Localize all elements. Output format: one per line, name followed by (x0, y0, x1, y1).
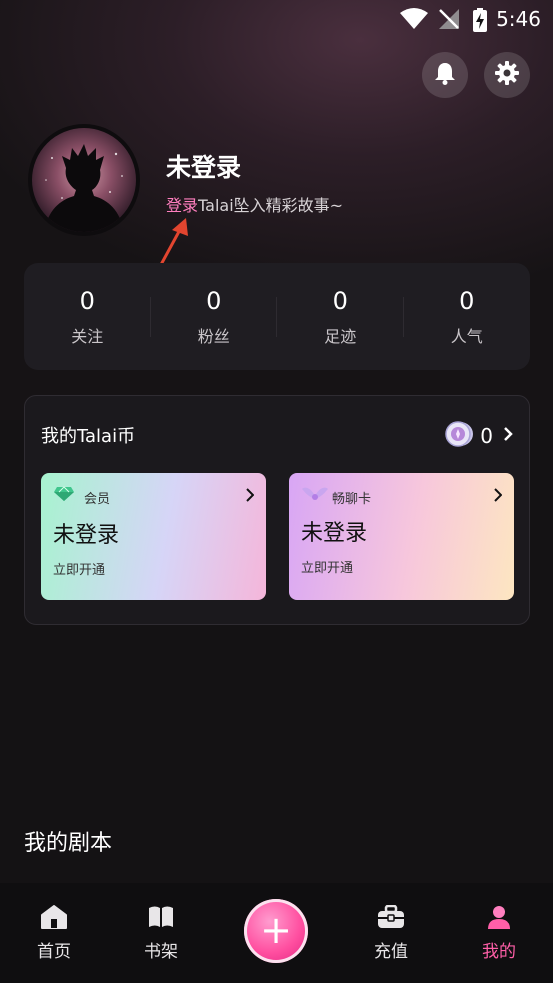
status-bar: 5:46 (0, 0, 553, 36)
nav-home[interactable]: 首页 (14, 905, 94, 962)
chat-card-label: 畅聊卡 (332, 492, 372, 507)
nav-label: 首页 (37, 942, 71, 962)
vip-cta: 立即开通 (53, 563, 106, 578)
avatar[interactable] (28, 124, 140, 236)
stats-card: 0 关注 0 粉丝 0 足迹 0 人气 (24, 263, 530, 370)
nav-bookshelf[interactable]: 书架 (121, 905, 201, 962)
coin-count: 0 (480, 424, 493, 448)
vip-card[interactable]: 会员 未登录 立即开通 (41, 473, 266, 600)
bottom-nav: 首页 书架 + 充值 我的 (0, 883, 553, 983)
stat-label: 足迹 (324, 327, 357, 346)
coin-title: 我的Talai币 (41, 426, 136, 447)
chat-card-cta: 立即开通 (301, 561, 354, 576)
stat-following[interactable]: 0 关注 (24, 263, 151, 370)
person-icon (487, 906, 511, 933)
battery-charging-icon (472, 8, 488, 36)
bell-icon (434, 61, 456, 89)
plus-icon: + (260, 907, 292, 952)
gear-icon (495, 61, 519, 89)
stat-value: 0 (206, 287, 222, 315)
nav-mine[interactable]: 我的 (459, 905, 539, 962)
coin-icon (444, 420, 474, 452)
settings-button[interactable] (484, 52, 530, 98)
stat-value: 0 (79, 287, 95, 315)
stat-fans[interactable]: 0 粉丝 (151, 263, 277, 370)
stat-value: 0 (459, 287, 475, 315)
stat-label: 人气 (450, 327, 483, 346)
chat-card[interactable]: 畅聊卡 未登录 立即开通 (289, 473, 514, 600)
diamond-icon (53, 486, 75, 506)
chevron-right-icon (494, 487, 503, 506)
stat-label: 粉丝 (197, 327, 230, 346)
vip-label: 会员 (84, 492, 111, 507)
no-signal-icon (438, 8, 460, 34)
home-icon (41, 905, 67, 933)
chevron-right-icon (246, 487, 255, 506)
nav-label: 充值 (374, 942, 408, 962)
nav-recharge[interactable]: 充值 (351, 904, 431, 962)
username: 未登录 (166, 153, 242, 182)
login-prompt-text: Talai坠入精彩故事~ (198, 196, 344, 215)
stat-label: 关注 (71, 327, 104, 346)
book-icon (148, 906, 174, 933)
login-prompt[interactable]: 登录Talai坠入精彩故事~ (166, 192, 343, 216)
stat-value: 0 (332, 287, 348, 315)
avatar-image (32, 128, 136, 232)
nav-label: 我的 (482, 942, 516, 962)
coin-card: 我的Talai币 0 会员 未登录 立即开通 畅聊卡 未登录 立即开通 (24, 395, 530, 625)
chevron-right-icon (503, 426, 513, 446)
status-time: 5:46 (496, 7, 541, 31)
stat-popularity[interactable]: 0 人气 (404, 263, 531, 370)
notifications-button[interactable] (422, 52, 468, 98)
stat-footprints[interactable]: 0 足迹 (277, 263, 404, 370)
chat-card-status: 未登录 (301, 521, 368, 546)
wings-icon (301, 486, 329, 508)
coin-balance-link[interactable]: 0 (444, 420, 513, 452)
login-link[interactable]: 登录 (166, 196, 198, 215)
vip-status: 未登录 (53, 523, 120, 548)
my-scripts-title: 我的剧本 (24, 831, 113, 856)
nav-label: 书架 (144, 942, 178, 962)
create-button[interactable]: + (244, 899, 308, 963)
wifi-icon (400, 8, 428, 34)
briefcase-icon (377, 904, 405, 933)
